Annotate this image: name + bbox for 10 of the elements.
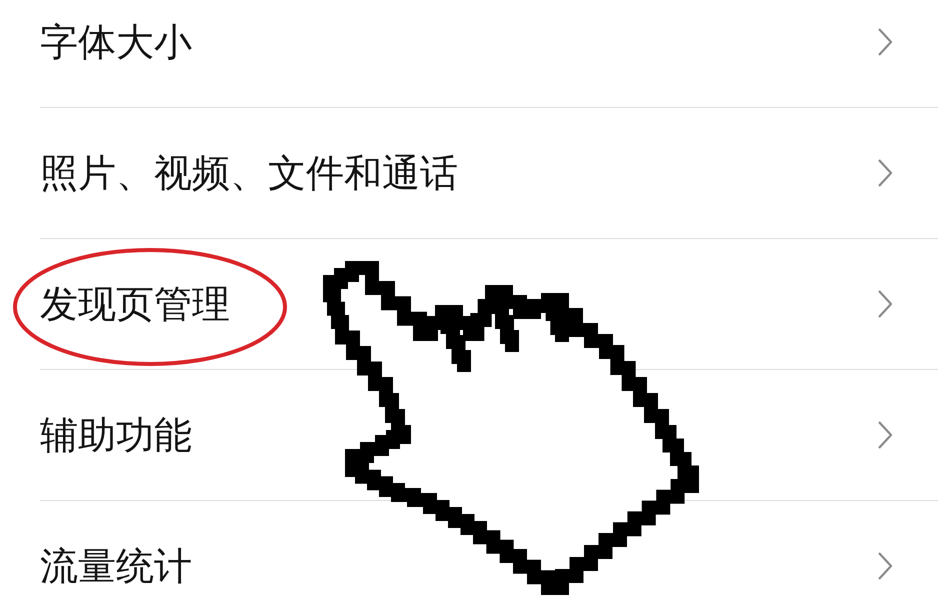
chevron-icon [878, 159, 892, 187]
chevron-icon [878, 421, 892, 449]
row-label: 流量统计 [40, 542, 192, 590]
row-label: 字体大小 [40, 18, 192, 66]
chevron-icon [878, 28, 892, 56]
chevron-icon [878, 290, 892, 318]
row-label: 照片、视频、文件和通话 [40, 150, 458, 196]
row-label: 辅助功能 [40, 412, 192, 458]
chevron-icon [878, 552, 892, 580]
row-label: 发现页管理 [40, 280, 230, 328]
